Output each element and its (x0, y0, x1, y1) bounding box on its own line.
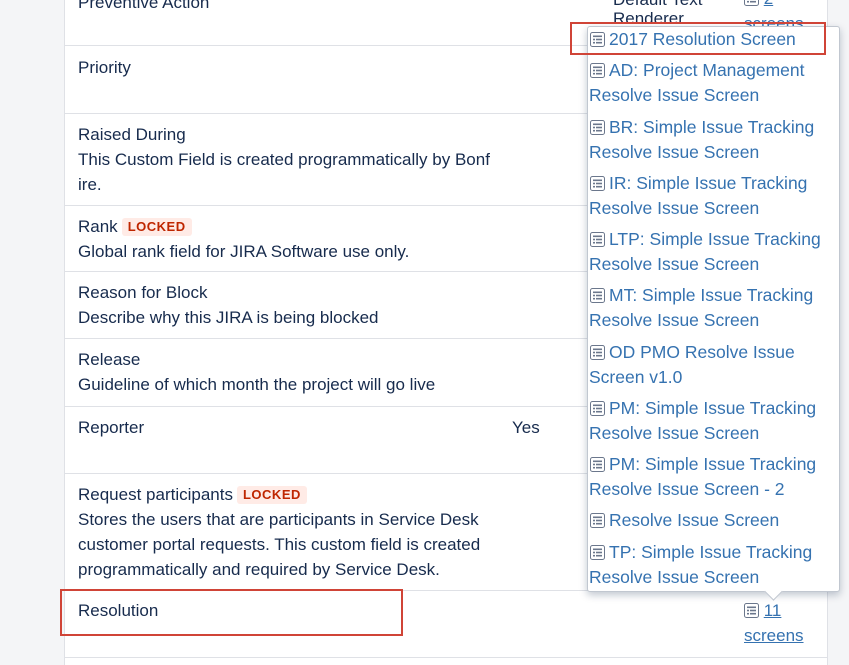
screen-link[interactable]: LTP: Simple Issue Tracking Resolve Issue… (589, 227, 829, 277)
screen-link[interactable]: 2017 Resolution Screen (589, 27, 829, 52)
screen-link[interactable]: PM: Simple Issue Tracking Resolve Issue … (589, 396, 829, 446)
screen-icon (590, 545, 605, 560)
screen-icon (590, 513, 605, 528)
field-description: Global rank field for JIRA Software use … (78, 242, 410, 261)
screen-link[interactable]: MT: Simple Issue Tracking Resolve Issue … (589, 283, 829, 333)
field-name: Resolution (78, 601, 159, 620)
field-name: Reporter (78, 418, 145, 437)
screen-icon (590, 345, 605, 360)
screen-link[interactable]: BR: Simple Issue Tracking Resolve Issue … (589, 115, 829, 165)
locked-badge: LOCKED (236, 486, 307, 504)
field-name: Priority (78, 58, 131, 77)
field-description: Guideline of which month the project wil… (78, 375, 436, 394)
screen-icon (590, 63, 605, 78)
screen-link[interactable]: TP: Simple Issue Tracking Resolve Issue … (589, 540, 829, 590)
screen-icon (590, 232, 605, 247)
screen-link[interactable]: AD: Project Management Resolve Issue Scr… (589, 58, 829, 108)
field-description: Describe why this JIRA is being blocked (78, 308, 379, 327)
field-description: This Custom Field is created programmati… (78, 150, 490, 194)
field-required: Yes (512, 418, 540, 437)
screen-link[interactable]: OD PMO Resolve Issue Screen v1.0 (589, 340, 829, 390)
field-name: Release (78, 350, 141, 369)
locked-badge: LOCKED (121, 218, 192, 236)
field-description: Stores the users that are participants i… (78, 510, 481, 579)
table-row: Resolution 11 screens (65, 591, 827, 658)
screen-icon (590, 288, 605, 303)
screen-link[interactable]: IR: Simple Issue Tracking Resolve Issue … (589, 171, 829, 221)
screen-icon (590, 176, 605, 191)
field-name: Request participants (78, 485, 233, 504)
screen-icon (590, 401, 605, 416)
field-name: Preventive Action (78, 0, 210, 12)
screen-icon (744, 0, 759, 6)
screen-link[interactable]: Resolve Issue Screen (589, 508, 829, 533)
screen-icon (590, 120, 605, 135)
screen-icon (744, 603, 759, 618)
screens-link[interactable]: 11 screens (744, 598, 804, 648)
screen-icon (590, 32, 605, 47)
screen-link[interactable]: PM: Simple Issue Tracking Resolve Issue … (589, 452, 829, 502)
field-name: Rank (78, 217, 118, 236)
screens-dropdown: 2017 Resolution Screen AD: Project Manag… (587, 26, 840, 592)
field-name: Reason for Block (78, 283, 208, 302)
screen-icon (590, 457, 605, 472)
field-name: Raised During (78, 125, 186, 144)
